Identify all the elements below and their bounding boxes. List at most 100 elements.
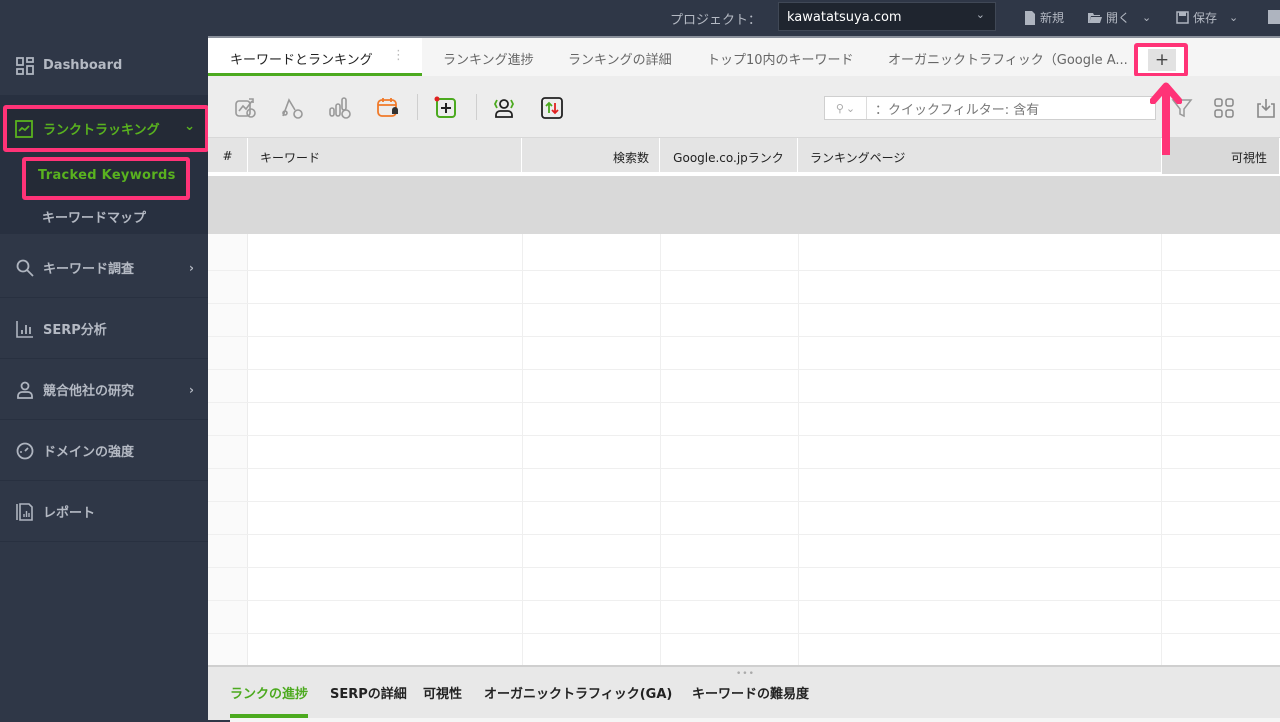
sidebar-item-label: Dashboard bbox=[43, 58, 123, 73]
sidebar-item-keyword-research[interactable]: キーワード調査 › bbox=[0, 238, 208, 298]
plus-icon: + bbox=[1148, 49, 1176, 71]
save-label: 保存 bbox=[1193, 11, 1218, 25]
tab-organic-traffic[interactable]: オーガニックトラフィック（Google A... bbox=[888, 38, 1128, 76]
col-header-google-rank[interactable]: Google.co.jpランク bbox=[660, 138, 798, 174]
tab-label: キーワードとランキング bbox=[230, 53, 373, 68]
table-row bbox=[208, 337, 1280, 370]
resize-handle[interactable]: ••• bbox=[736, 669, 755, 679]
subitem-label: Tracked Keywords bbox=[26, 161, 186, 196]
report-icon bbox=[15, 502, 35, 521]
chevron-down-icon: ⌄ bbox=[975, 8, 985, 21]
tab-top10-keywords[interactable]: トップ10内のキーワード bbox=[707, 38, 854, 76]
top-bar: プロジェクト： kawatatsuya.com ⌄ 新規 開く ⌄ 保存 ⌄ bbox=[0, 0, 1280, 36]
chevron-down-icon[interactable]: ⌄ bbox=[1142, 11, 1151, 24]
project-select[interactable]: kawatatsuya.com ⌄ bbox=[778, 2, 996, 31]
sidebar-item-competitor-research[interactable]: 競合他社の研究 › bbox=[0, 360, 208, 420]
col-header-keyword[interactable]: キーワード bbox=[248, 138, 522, 174]
sidebar-item-label: レポート bbox=[43, 506, 96, 521]
sidebar-item-label: SERP分析 bbox=[43, 323, 107, 338]
chevron-down-icon: ⌄ bbox=[845, 101, 856, 115]
col-header-ranking-page[interactable]: ランキングページ bbox=[798, 138, 1162, 174]
user-icon bbox=[15, 381, 35, 399]
toolbar-divider bbox=[476, 94, 477, 120]
table-row bbox=[208, 535, 1280, 568]
table-row bbox=[208, 370, 1280, 403]
bottom-tab-keyword-difficulty[interactable]: キーワードの難易度 bbox=[692, 683, 809, 702]
sidebar-item-label: ランクトラッキング bbox=[43, 123, 160, 138]
open-button[interactable]: 開く ⌄ bbox=[1088, 9, 1151, 26]
export-icon[interactable] bbox=[1254, 96, 1278, 120]
table-row bbox=[208, 634, 1280, 667]
sidebar-item-label: キーワード調査 bbox=[43, 262, 135, 277]
refresh-backlinks-icon[interactable] bbox=[280, 96, 304, 120]
table-row bbox=[208, 304, 1280, 337]
competitors-icon[interactable] bbox=[492, 96, 516, 120]
sidebar-subitem-tracked-keywords[interactable]: Tracked Keywords bbox=[22, 157, 190, 200]
open-label: 開く bbox=[1106, 11, 1131, 25]
columns-icon[interactable] bbox=[1212, 96, 1236, 120]
bottom-tab-visibility[interactable]: 可視性 bbox=[423, 683, 462, 702]
new-label: 新規 bbox=[1040, 11, 1065, 25]
col-header-search-volume[interactable]: 検索数 bbox=[522, 138, 660, 174]
sidebar-item-rank-tracking[interactable]: ランクトラッキング ⌄ bbox=[3, 105, 209, 152]
save-icon bbox=[1176, 11, 1189, 24]
rank-change-icon[interactable] bbox=[540, 96, 564, 120]
sidebar-item-reports[interactable]: レポート bbox=[0, 482, 208, 542]
search-options-button[interactable]: ⚲ ⌄ bbox=[825, 97, 867, 119]
close-window-icon[interactable] bbox=[1268, 10, 1280, 24]
bottom-content-strip bbox=[230, 718, 1280, 722]
dashboard-icon bbox=[15, 56, 35, 75]
tab-keywords-ranking[interactable]: キーワードとランキング ⋮ bbox=[208, 38, 422, 76]
add-tab-button[interactable]: + bbox=[1134, 43, 1188, 77]
bottom-tab-rank-progress[interactable]: ランクの進捗 bbox=[230, 683, 308, 702]
table-row bbox=[208, 469, 1280, 502]
bottom-panel: ••• ランクの進捗 SERPの詳細 可視性 オーガニックトラフィック(GA) … bbox=[208, 665, 1280, 722]
main-panel: キーワードとランキング ⋮ ランキング進捗 ランキングの詳細 トップ10内のキー… bbox=[208, 36, 1280, 722]
table-row bbox=[208, 271, 1280, 304]
chevron-right-icon: › bbox=[189, 382, 194, 397]
gauge-icon bbox=[15, 442, 35, 460]
sidebar-item-dashboard[interactable]: Dashboard bbox=[0, 36, 208, 96]
new-button[interactable]: 新規 bbox=[1024, 9, 1064, 26]
table-row bbox=[208, 403, 1280, 436]
search-icon bbox=[15, 259, 35, 277]
loading-row bbox=[208, 176, 1280, 234]
bar-chart-icon bbox=[15, 320, 35, 338]
tab-menu-icon[interactable]: ⋮ bbox=[392, 48, 405, 63]
sidebar-subitem-keyword-map[interactable]: キーワードマップ bbox=[42, 207, 146, 226]
save-button[interactable]: 保存 ⌄ bbox=[1176, 9, 1238, 26]
col-header-visibility[interactable]: 可視性 bbox=[1162, 138, 1280, 174]
table-header: # キーワード 検索数 Google.co.jpランク ランキングページ 可視性 bbox=[208, 138, 1280, 174]
tab-ranking-progress[interactable]: ランキング進捗 bbox=[443, 38, 534, 76]
refresh-traffic-icon[interactable] bbox=[328, 96, 352, 120]
keyword-table: # キーワード 検索数 Google.co.jpランク ランキングページ 可視性 bbox=[208, 138, 1280, 667]
table-row bbox=[208, 238, 1280, 271]
tab-ranking-details[interactable]: ランキングの詳細 bbox=[568, 38, 672, 76]
col-header-index[interactable]: # bbox=[208, 138, 248, 174]
tab-bar: キーワードとランキング ⋮ ランキング進捗 ランキングの詳細 トップ10内のキー… bbox=[208, 36, 1280, 77]
table-row bbox=[208, 502, 1280, 535]
bottom-tab-serp-details[interactable]: SERPの詳細 bbox=[330, 683, 407, 702]
schedule-alert-icon[interactable] bbox=[376, 96, 400, 120]
bottom-tab-organic-traffic[interactable]: オーガニックトラフィック(GA) bbox=[484, 683, 672, 702]
quick-filter-input[interactable]: ：クイックフィルター: 含有 bbox=[867, 99, 1039, 118]
sidebar-item-label: 競合他社の研究 bbox=[43, 384, 135, 399]
add-keyword-icon[interactable] bbox=[434, 96, 458, 120]
table-row bbox=[208, 568, 1280, 601]
refresh-rankings-icon[interactable] bbox=[234, 96, 258, 120]
sidebar: Dashboard ランクトラッキング ⌄ Tracked Keywords キ… bbox=[0, 36, 209, 720]
chevron-down-icon[interactable]: ⌄ bbox=[1229, 11, 1238, 24]
project-label: プロジェクト： bbox=[670, 13, 762, 28]
project-value: kawatatsuya.com bbox=[787, 10, 902, 25]
toolbar: ⚲ ⌄ ：クイックフィルター: 含有 bbox=[208, 76, 1280, 138]
file-icon bbox=[1025, 10, 1035, 25]
quick-filter[interactable]: ⚲ ⌄ ：クイックフィルター: 含有 bbox=[824, 96, 1156, 120]
chevron-down-icon: ⌄ bbox=[184, 119, 195, 134]
folder-icon bbox=[1088, 12, 1102, 23]
table-row bbox=[208, 601, 1280, 634]
sidebar-item-domain-strength[interactable]: ドメインの強度 bbox=[0, 421, 208, 481]
search-icon: ⚲ bbox=[835, 101, 844, 115]
chevron-right-icon: › bbox=[189, 260, 194, 275]
annotation-arrowhead-icon bbox=[1150, 82, 1182, 104]
sidebar-item-serp-analysis[interactable]: SERP分析 bbox=[0, 299, 208, 359]
